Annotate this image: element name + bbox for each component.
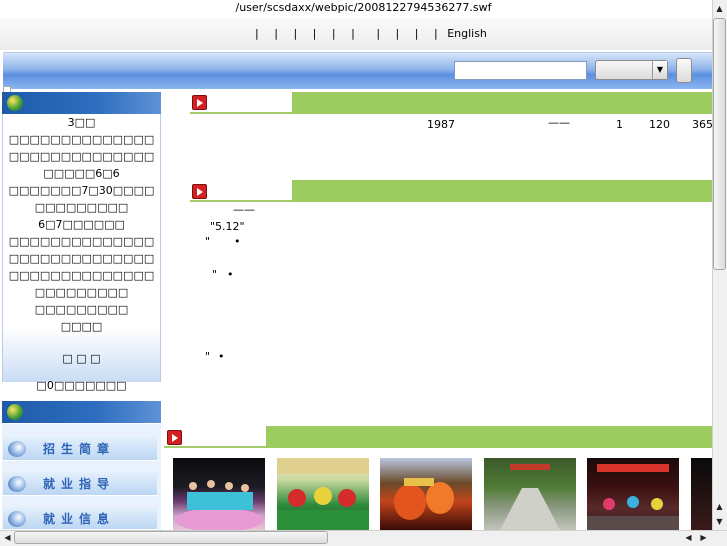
gallery-photo-evening-show[interactable] <box>587 458 679 530</box>
nav-english-link[interactable]: English <box>447 27 487 40</box>
people-icon <box>7 404 23 420</box>
nav-separator[interactable]: | <box>274 27 278 40</box>
gallery-photo-campus-road[interactable] <box>484 458 576 530</box>
intro-number: 1 <box>616 118 623 131</box>
nav-separator[interactable]: | <box>351 27 355 40</box>
news-quote: " <box>205 235 211 248</box>
notice-line: □□□□□□□7□30□□□□□□□□□□□□□ <box>8 184 155 214</box>
evening-show-image <box>587 464 679 530</box>
scroll-up-icon[interactable]: ▲ <box>713 2 726 15</box>
notice-panel: 3□□ □□□□□□□□□□□□□□□□□□□□□□□□□□□□□□□□□6□6… <box>2 114 161 392</box>
dancers-image <box>175 480 263 532</box>
nav-separator[interactable]: | <box>293 27 297 40</box>
globe-icon <box>8 476 26 492</box>
news-section-bar <box>292 180 712 202</box>
news-bullet: • <box>227 268 234 281</box>
intro-number: 1987 <box>427 118 455 131</box>
nav-separator[interactable]: | <box>396 27 400 40</box>
horizontal-scroll-thumb[interactable] <box>14 531 328 544</box>
menu-item-job-info[interactable]: 就业信息 <box>3 507 157 530</box>
news-quote: " <box>212 268 218 281</box>
performance-image <box>394 478 454 520</box>
window-path: /user/scsdaxx/webpic/2008122794536277.sw… <box>0 0 727 18</box>
menu-panel-header <box>2 401 161 423</box>
stage-image <box>277 458 369 530</box>
gallery-photo-stage[interactable] <box>277 458 369 530</box>
menu-item-label: 就业指导 <box>43 477 116 491</box>
play-icon[interactable] <box>192 184 207 199</box>
news-item[interactable]: "5.12" <box>210 220 245 233</box>
news-dash: —— <box>233 203 255 216</box>
play-icon[interactable] <box>167 430 182 445</box>
nav-separator[interactable]: | <box>255 27 259 40</box>
notice-line: □ □ □ <box>62 352 101 365</box>
notice-line: □□□□ <box>60 320 103 333</box>
news-bullet: • <box>218 350 225 363</box>
notice-line: 3□□ <box>67 116 96 129</box>
road-image <box>500 464 560 530</box>
news-bullet: • <box>234 235 241 248</box>
chevron-down-icon[interactable]: ▼ <box>652 61 667 79</box>
intro-number: 365 <box>692 118 713 131</box>
nav-separator[interactable]: | <box>313 27 317 40</box>
search-button[interactable] <box>676 58 692 83</box>
scroll-left-icon[interactable]: ◀ <box>682 531 695 544</box>
notice-panel-header <box>2 92 161 114</box>
notice-line: □□□□□□□□□ <box>34 303 129 316</box>
scroll-left-icon[interactable]: ◀ <box>1 531 14 544</box>
search-input[interactable] <box>454 61 587 80</box>
notice-line: □□□□□□□□□□□□□□□□□□□□□□□□□□□□□□□□□6□6 <box>8 133 155 180</box>
globe-icon <box>8 441 26 457</box>
intro-number: 120 <box>649 118 670 131</box>
gallery-photo-performance[interactable] <box>380 458 472 530</box>
gallery-photo-partial[interactable] <box>691 458 712 530</box>
globe-icon <box>8 511 26 527</box>
nav-separator[interactable]: | <box>332 27 336 40</box>
scroll-right-icon[interactable]: ▶ <box>697 531 710 544</box>
notice-line: □□□□□□□□□□□□□□□□□□□□□□□□□□□□□□□□□□□□□□□□… <box>8 235 155 299</box>
menu-item-label: 就业信息 <box>43 512 116 526</box>
menu-item-admissions[interactable]: 招生简章 <box>3 437 157 461</box>
people-icon <box>7 95 23 111</box>
gallery-photo-dancers[interactable] <box>173 458 265 532</box>
menu-item-career-guidance[interactable]: 就业指导 <box>3 472 157 496</box>
notice-line: □0□□□□□□□ <box>36 379 127 392</box>
intro-section-bar <box>292 92 712 114</box>
nav-separator[interactable]: | <box>415 27 419 40</box>
menu-item-label: 招生简章 <box>43 442 116 456</box>
gallery-section-bar <box>266 426 712 448</box>
scroll-down-icon[interactable]: ▼ <box>713 515 726 528</box>
search-category-select[interactable]: ▼ <box>595 60 668 80</box>
scroll-up-icon[interactable]: ▲ <box>713 500 726 513</box>
nav-separator[interactable]: | <box>434 27 438 40</box>
nav-separator[interactable]: | <box>376 27 380 40</box>
intro-dash: —— <box>548 116 570 129</box>
vertical-scroll-thumb[interactable] <box>713 18 726 270</box>
notice-line: 6□7□□□□□□ <box>38 218 125 231</box>
news-quote: " <box>205 350 211 363</box>
play-icon[interactable] <box>192 95 207 110</box>
top-nav: | | | | | | | | | | English <box>255 27 499 40</box>
